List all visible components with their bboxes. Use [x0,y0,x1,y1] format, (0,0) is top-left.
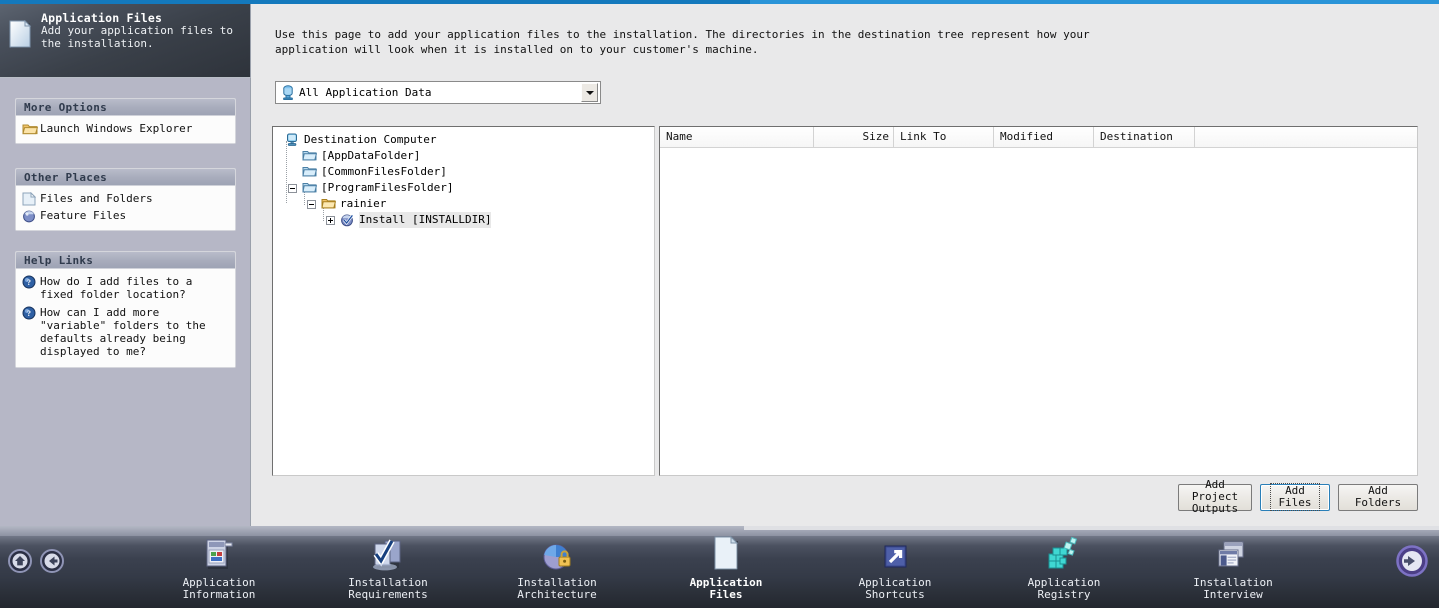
tree-node-rainier[interactable]: rainier [279,196,654,212]
folder-open-icon [321,197,337,211]
home-button[interactable] [8,549,32,573]
button-label: Add Files [1270,483,1320,511]
help-link-fixed-folder[interactable]: ? How do I add files to a fixed folder l… [22,275,229,301]
forward-button[interactable] [1396,545,1428,577]
help-link-label: How can I add more "variable" folders to… [40,306,206,358]
back-button[interactable] [40,549,64,573]
column-header-name[interactable]: Name [660,127,814,147]
tree-node-label: [ProgramFilesFolder] [321,181,454,194]
sidebar-item-files-and-folders[interactable]: Files and Folders [22,191,229,206]
column-header-size[interactable]: Size [814,127,894,147]
folder-icon [302,165,318,179]
folder-icon [302,181,318,195]
nav-item-label-line2: Requirements [348,588,428,601]
tree-node-programfilesfolder[interactable]: [ProgramFilesFolder] [279,180,654,196]
sidebar: More Options Launch Windows Explorer Oth… [0,78,251,526]
page-title: Application Files [41,11,163,25]
svg-text:?: ? [27,278,31,287]
column-header-filler[interactable] [1195,127,1417,147]
destination-tree: Destination Computer [AppDataFolder] [Co… [273,127,654,228]
tree-node-install-installdir[interactable]: Install [INSTALLDIR] [279,212,654,228]
registry-blocks-icon [989,534,1139,574]
nav-item-installation-interview[interactable]: Installation Interview [1158,534,1308,601]
tree-expander-plus-icon[interactable] [326,216,335,225]
nav-item-application-files[interactable]: Application Files [651,534,801,601]
nav-item-label-line2: Interview [1203,588,1263,601]
sidebar-item-label: Files and Folders [40,192,153,205]
installer-wizard-window: Application Files Add your application f… [0,0,1439,608]
column-header-link-to[interactable]: Link To [894,127,994,147]
interview-window-icon [1158,534,1308,574]
sidebar-panel-more-options: More Options Launch Windows Explorer [15,98,236,144]
nav-item-label-line2: Information [182,588,256,601]
nav-highlight-right [744,526,1439,530]
feature-check-icon [340,213,356,227]
svg-text:?: ? [27,309,31,318]
tree-node-root[interactable]: Destination Computer [279,132,654,148]
tree-node-label: [AppDataFolder] [321,149,421,162]
tree-expander-minus-icon[interactable] [288,184,297,193]
files-list-panel[interactable]: Name Size Link To Modified Destination [659,126,1418,476]
main-content: Use this page to add your application fi… [251,4,1439,526]
nav-item-label-line2: Shortcuts [865,588,925,601]
files-list-header: Name Size Link To Modified Destination [660,127,1417,148]
page-subtitle: Add your application files to the instal… [41,24,234,50]
nav-item-installation-architecture[interactable]: Installation Architecture [482,534,632,601]
sidebar-panel-other-places: Other Places Files and Folders Feature F… [15,168,236,231]
requirements-icon [313,534,463,574]
nav-item-installation-requirements[interactable]: Installation Requirements [313,534,463,601]
nav-item-application-shortcuts[interactable]: Application Shortcuts [820,534,970,601]
document-icon [22,191,40,206]
sidebar-panel-title: More Options [16,99,235,116]
filter-selected-value: All Application Data [299,86,432,99]
help-link-variable-folders[interactable]: ? How can I add more "variable" folders … [22,306,229,358]
chevron-down-icon[interactable] [581,83,598,102]
feature-sphere-icon [22,209,40,223]
sidebar-item-launch-windows-explorer[interactable]: Launch Windows Explorer [22,122,229,136]
architecture-icon [482,534,632,574]
tree-node-label: rainier [340,197,387,210]
page-description: Use this page to add your application fi… [275,28,1090,56]
sidebar-panel-title: Help Links [16,252,235,269]
help-link-label: How do I add files to a fixed folder loc… [40,275,193,301]
add-folders-button[interactable]: Add Folders [1338,483,1418,511]
nav-item-application-registry[interactable]: Application Registry [989,534,1139,601]
document-icon [9,19,33,50]
sidebar-item-label: Feature Files [40,209,127,222]
nav-item-label-line2: Architecture [517,588,597,601]
application-data-filter-dropdown[interactable]: All Application Data [275,81,601,104]
tree-node-label: Destination Computer [304,133,437,146]
computer-icon [285,133,301,147]
tree-node-appdatafolder[interactable]: [AppDataFolder] [279,148,654,164]
app-info-icon [144,534,294,574]
column-header-destination[interactable]: Destination [1094,127,1195,147]
button-label: Add Folders [1354,484,1402,509]
document-icon [651,534,801,574]
page-header: Application Files Add your application f… [0,4,251,78]
tree-node-label: [CommonFilesFolder] [321,165,447,178]
shortcut-arrow-icon [820,534,970,574]
wizard-navigation-bar: Application Information Installation Req… [0,526,1439,608]
nav-item-application-information[interactable]: Application Information [144,534,294,601]
sidebar-panel-title: Other Places [16,169,235,186]
sidebar-item-label: Launch Windows Explorer [40,122,193,135]
help-question-icon: ? [22,306,40,320]
column-header-modified[interactable]: Modified [994,127,1094,147]
tree-expander-minus-icon[interactable] [307,200,316,209]
nav-item-label-line2: Files [709,588,743,601]
sidebar-item-feature-files[interactable]: Feature Files [22,209,229,223]
folder-open-icon [22,122,40,136]
help-question-icon: ? [22,275,40,289]
tree-node-label: Install [INSTALLDIR] [359,212,492,228]
folder-icon [302,149,318,163]
destination-tree-panel[interactable]: Destination Computer [AppDataFolder] [Co… [272,126,655,476]
action-buttons: Add Project Outputs Add Files Add Folder… [1178,479,1418,515]
sidebar-panel-help-links: Help Links ? How do I add files to a fix… [15,251,236,368]
add-project-outputs-button[interactable]: Add Project Outputs [1178,479,1252,515]
tree-node-commonfilesfolder[interactable]: [CommonFilesFolder] [279,164,654,180]
button-label: Add Project Outputs [1191,478,1239,515]
nav-item-label-line2: Registry [1037,588,1091,601]
app-data-icon [281,85,295,101]
add-files-button[interactable]: Add Files [1260,483,1330,511]
